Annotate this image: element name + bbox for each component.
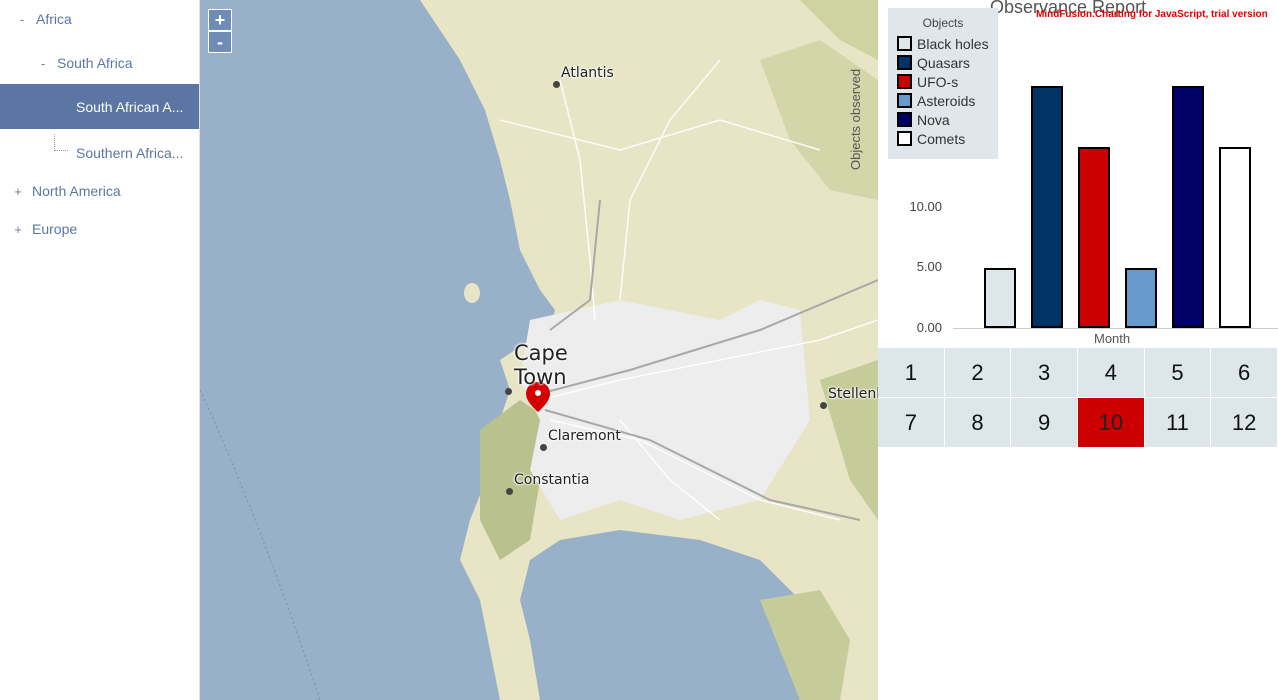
bar-comets[interactable] [1219, 146, 1251, 328]
tree-node-label: Southern Africa... [76, 145, 184, 161]
chart-legend: Objects Black holes Quasars UFO-s Asteroids… [888, 8, 998, 159]
bar-ufo-s[interactable] [1078, 146, 1110, 328]
legend-swatch [897, 74, 912, 89]
month-cell-7[interactable]: 7 [878, 398, 945, 448]
legend-swatch [897, 112, 912, 127]
bar-quasars[interactable] [1031, 86, 1063, 328]
month-cell-11[interactable]: 11 [1144, 398, 1212, 448]
map-marker-dot [820, 402, 827, 409]
legend-label: Quasars [917, 54, 970, 71]
y-axis-label: Objects observed [848, 68, 863, 170]
zoom-in-button[interactable]: + [208, 9, 232, 31]
tree-node-southern-africa[interactable]: Southern Africa... [0, 134, 199, 172]
bar-black-holes[interactable] [984, 267, 1016, 328]
legend-label: Asteroids [917, 92, 976, 109]
tree-node-africa[interactable]: - Africa [0, 0, 199, 38]
month-cell-6[interactable]: 6 [1211, 348, 1278, 398]
legend-label: Black holes [917, 35, 989, 52]
month-cell-8[interactable]: 8 [944, 398, 1012, 448]
x-axis-label: Month [1094, 331, 1131, 346]
expand-toggle[interactable]: + [12, 222, 24, 237]
x-axis-line [953, 328, 1278, 329]
tree-connector [54, 134, 68, 151]
map-label-atlantis: Atlantis [561, 65, 614, 81]
tree-node-south-africa[interactable]: - South Africa [0, 44, 199, 82]
map-label-constantia: Constantia [514, 472, 590, 488]
month-cell-9[interactable]: 9 [1011, 398, 1078, 448]
tree-view: - Africa - South Africa South African A.… [0, 0, 200, 700]
map-label-town: Town [514, 365, 567, 389]
legend-item: UFO-s [888, 72, 998, 91]
tree-node-europe[interactable]: + Europe [0, 210, 199, 248]
tree-node-label: North America [32, 183, 121, 199]
bar-asteroids[interactable] [1125, 267, 1157, 328]
legend-item: Nova [888, 110, 998, 129]
y-tick-label: 0.00 [916, 320, 942, 335]
legend-item: Black holes [888, 34, 998, 53]
legend-title: Objects [922, 16, 964, 30]
trial-notice: MindFusion.Charting for JavaScript, tria… [1036, 9, 1268, 20]
collapse-toggle[interactable]: - [37, 56, 49, 71]
month-cell-4[interactable]: 4 [1077, 348, 1145, 398]
legend-swatch [897, 93, 912, 108]
legend-label: Comets [917, 130, 966, 147]
legend-label: UFO-s [917, 73, 959, 90]
month-cell-12[interactable]: 12 [1211, 398, 1278, 448]
map-view[interactable]: + - Atlantis Cape Town Claremont Constan… [200, 0, 878, 700]
map-marker-dot [553, 81, 560, 88]
tree-node-label: South Africa [57, 55, 133, 71]
legend-swatch [897, 36, 912, 51]
bar-nova[interactable] [1172, 86, 1204, 328]
legend-swatch [897, 55, 912, 70]
month-cell-1[interactable]: 1 [878, 348, 945, 398]
month-cell-3[interactable]: 3 [1011, 348, 1078, 398]
bar-chart: Observance Report MindFusion.Charting fo… [848, 0, 1278, 348]
legend-label: Nova [917, 111, 950, 128]
map-marker-dot [505, 388, 512, 395]
zoom-out-button[interactable]: - [208, 31, 232, 53]
map-marker-dot [540, 444, 547, 451]
tree-node-label: Africa [36, 11, 72, 27]
map-label-stellenbosch: Stellenb [828, 386, 878, 402]
tree-node-label: South African A... [76, 98, 184, 115]
expand-toggle[interactable]: + [12, 184, 24, 199]
tree-node-north-america[interactable]: + North America [0, 172, 199, 210]
tree-node-label: Europe [32, 221, 78, 237]
month-selector: 1 2 3 4 5 6 7 8 9 10 11 12 [878, 348, 1278, 448]
legend-item: Comets [888, 129, 998, 148]
month-cell-2[interactable]: 2 [944, 348, 1012, 398]
legend-item: Quasars [888, 53, 998, 72]
map-label-claremont: Claremont [548, 428, 621, 444]
month-cell-5[interactable]: 5 [1144, 348, 1212, 398]
map-label-cape: Cape [514, 341, 568, 365]
legend-swatch [897, 131, 912, 146]
month-cell-10[interactable]: 10 [1077, 398, 1145, 448]
legend-item: Asteroids [888, 91, 998, 110]
map-marker-dot [506, 488, 513, 495]
y-tick-label: 10.00 [909, 199, 942, 214]
y-tick-label: 5.00 [916, 259, 942, 274]
collapse-toggle[interactable]: - [16, 12, 28, 27]
tree-node-south-african-a[interactable]: South African A... [0, 84, 199, 129]
